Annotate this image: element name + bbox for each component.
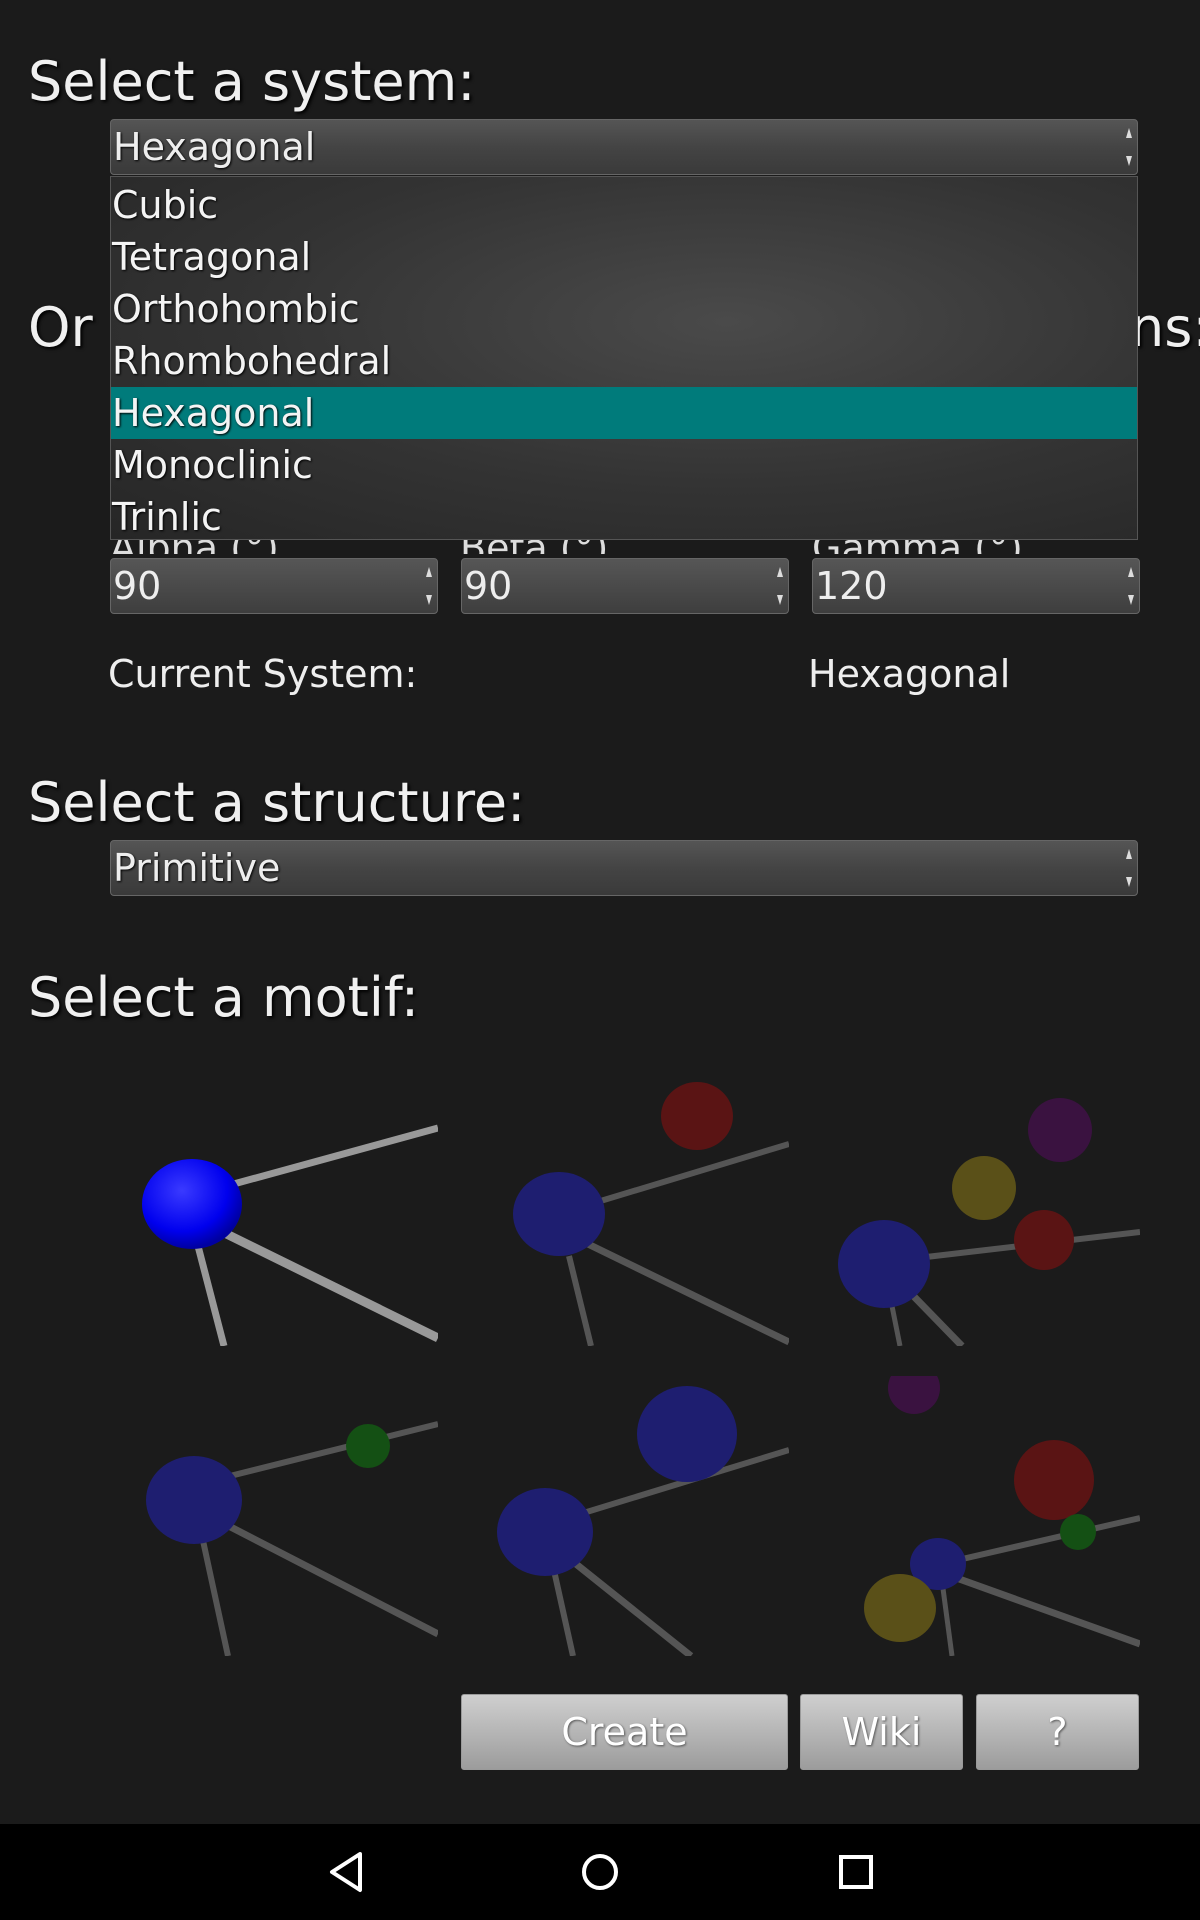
system-heading: Select a system: — [28, 50, 476, 113]
motif-2-atom-icon — [513, 1082, 789, 1346]
motif-3[interactable] — [812, 1066, 1140, 1346]
motif-6-atom-icon — [864, 1376, 1140, 1656]
dimensions-heading-right: ns: — [1130, 296, 1200, 359]
beta-value: 90 — [464, 564, 513, 608]
motif-1[interactable] — [110, 1066, 438, 1346]
wiki-button[interactable]: Wiki — [800, 1694, 963, 1770]
home-icon[interactable] — [576, 1848, 624, 1896]
motif-6[interactable] — [812, 1376, 1140, 1656]
motif-3-atom-icon — [838, 1098, 1140, 1346]
system-option-trinlic[interactable]: Trinlic — [111, 491, 1137, 543]
gamma-field[interactable]: 120 — [812, 558, 1140, 614]
structure-select[interactable]: Primitive — [110, 840, 1138, 896]
system-select-value: Hexagonal — [113, 125, 316, 169]
spinner-arrows-icon — [1126, 128, 1132, 166]
motif-5[interactable] — [461, 1376, 789, 1656]
spinner-arrows-icon — [777, 567, 783, 605]
help-button[interactable]: ? — [976, 1694, 1139, 1770]
spinner-arrows-icon — [426, 567, 432, 605]
spinner-arrows-icon — [1128, 567, 1134, 605]
system-select[interactable]: Hexagonal — [110, 119, 1138, 175]
current-system-value: Hexagonal — [808, 652, 1011, 696]
motif-2[interactable] — [461, 1066, 789, 1346]
create-button[interactable]: Create — [461, 1694, 788, 1770]
system-option-monoclinic[interactable]: Monoclinic — [111, 439, 1137, 491]
beta-field[interactable]: 90 — [461, 558, 789, 614]
system-option-cubic[interactable]: Cubic — [111, 179, 1137, 231]
structure-select-value: Primitive — [113, 846, 281, 890]
motif-5-atom-icon — [497, 1386, 789, 1656]
dimensions-heading-left: Or — [28, 296, 93, 359]
back-icon[interactable] — [322, 1848, 370, 1896]
system-dropdown-list: Cubic Tetragonal Orthohombic Rhombohedra… — [110, 176, 1138, 540]
motif-4[interactable] — [110, 1376, 438, 1656]
gamma-value: 120 — [815, 564, 888, 608]
motif-1-atom-icon — [142, 1124, 438, 1346]
system-option-rhombohedral[interactable]: Rhombohedral — [111, 335, 1137, 387]
alpha-value: 90 — [113, 564, 162, 608]
system-option-orthohombic[interactable]: Orthohombic — [111, 283, 1137, 335]
current-system-label: Current System: — [108, 652, 418, 696]
spinner-arrows-icon — [1126, 849, 1132, 887]
alpha-field[interactable]: 90 — [110, 558, 438, 614]
motif-heading: Select a motif: — [28, 966, 420, 1029]
system-option-tetragonal[interactable]: Tetragonal — [111, 231, 1137, 283]
navigation-bar — [0, 1824, 1200, 1920]
motif-4-atom-icon — [146, 1421, 438, 1656]
system-option-hexagonal[interactable]: Hexagonal — [111, 387, 1137, 439]
structure-heading: Select a structure: — [28, 771, 526, 834]
recents-icon[interactable] — [832, 1848, 880, 1896]
